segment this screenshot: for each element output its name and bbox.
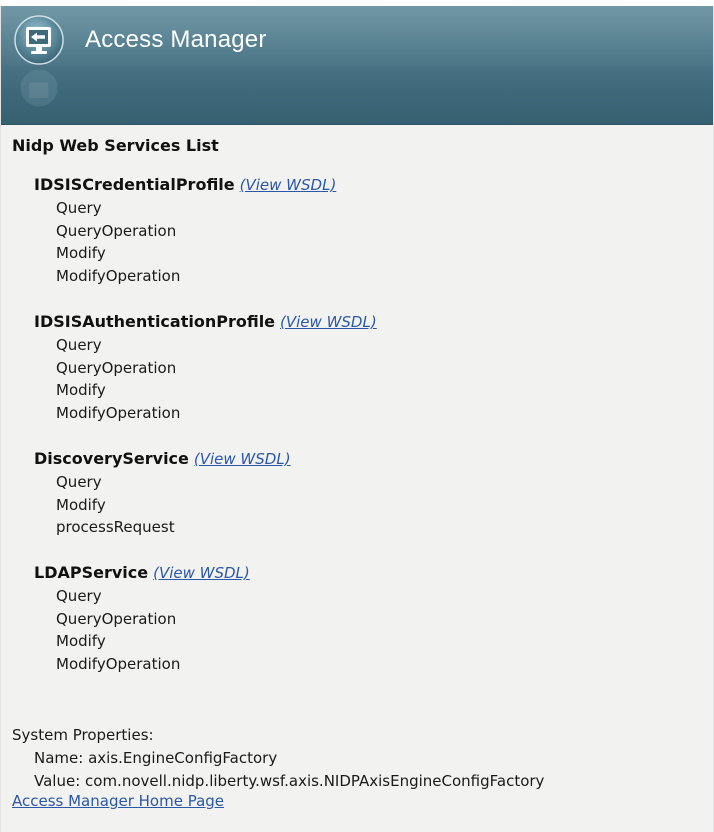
system-properties-heading: System Properties: [12,726,154,744]
operation-list: Query QueryOperation Modify ModifyOperat… [34,334,377,424]
view-wsdl-link[interactable]: (View WSDL) [194,450,291,468]
operation-item: Query [56,199,102,217]
operation-item: Modify [56,244,106,262]
operation-item: QueryOperation [56,609,177,628]
operation-item: ModifyOperation [56,654,181,673]
view-wsdl-link[interactable]: (View WSDL) [153,564,250,582]
view-wsdl-link[interactable]: (View WSDL) [240,176,337,194]
page-frame: Access Manager Nidp Web Services List ID… [0,6,714,832]
view-wsdl-link[interactable]: (View WSDL) [280,313,377,331]
service-name: LDAPService [34,563,149,582]
app-header: Access Manager [1,6,713,125]
operation-list: Query QueryOperation Modify ModifyOperat… [34,197,336,287]
operation-item: ModifyOperation [56,403,181,422]
system-properties: System Properties: Name: axis.EngineConf… [12,724,544,793]
operation-list: Query QueryOperation Modify ModifyOperat… [34,585,250,675]
operation-item: QueryOperation [56,221,177,240]
operation-item: Query [56,336,102,354]
operation-item: Modify [56,381,106,399]
operation-item: Query [56,473,102,491]
service-block-authentication-profile: IDSISAuthenticationProfile (View WSDL) Qu… [34,310,377,424]
app-title: Access Manager [85,26,267,53]
operation-item: QueryOperation [56,358,177,377]
service-name: DiscoveryService [34,449,189,468]
service-header: IDSISAuthenticationProfile (View WSDL) [34,310,377,334]
service-block-ldap-service: LDAPService (View WSDL) Query QueryOperat… [34,561,250,675]
service-block-credential-profile: IDSISCredentialProfile (View WSDL) Query … [34,173,336,287]
property-name: Name: axis.EngineConfigFactory [34,749,278,767]
operation-list: Query Modify processRequest [34,471,291,539]
exit-screen-icon [14,15,64,65]
property-value: Value: com.novell.nidp.liberty.wsf.axis.… [34,772,545,790]
service-header: LDAPService (View WSDL) [34,561,250,585]
operation-item: processRequest [56,518,175,536]
logo-reflection-icon [20,69,58,107]
operation-item: Modify [56,495,106,514]
service-header: IDSISCredentialProfile (View WSDL) [34,173,336,197]
service-block-discovery-service: DiscoveryService (View WSDL) Query Modify… [34,447,291,539]
operation-item: Modify [56,632,106,650]
service-header: DiscoveryService (View WSDL) [34,447,291,471]
home-page-link[interactable]: Access Manager Home Page [12,792,224,810]
operation-item: Query [56,587,102,605]
page-title: Nidp Web Services List [12,136,219,155]
service-name: IDSISAuthenticationProfile [34,312,276,331]
service-name: IDSISCredentialProfile [34,175,235,194]
operation-item: ModifyOperation [56,266,181,285]
